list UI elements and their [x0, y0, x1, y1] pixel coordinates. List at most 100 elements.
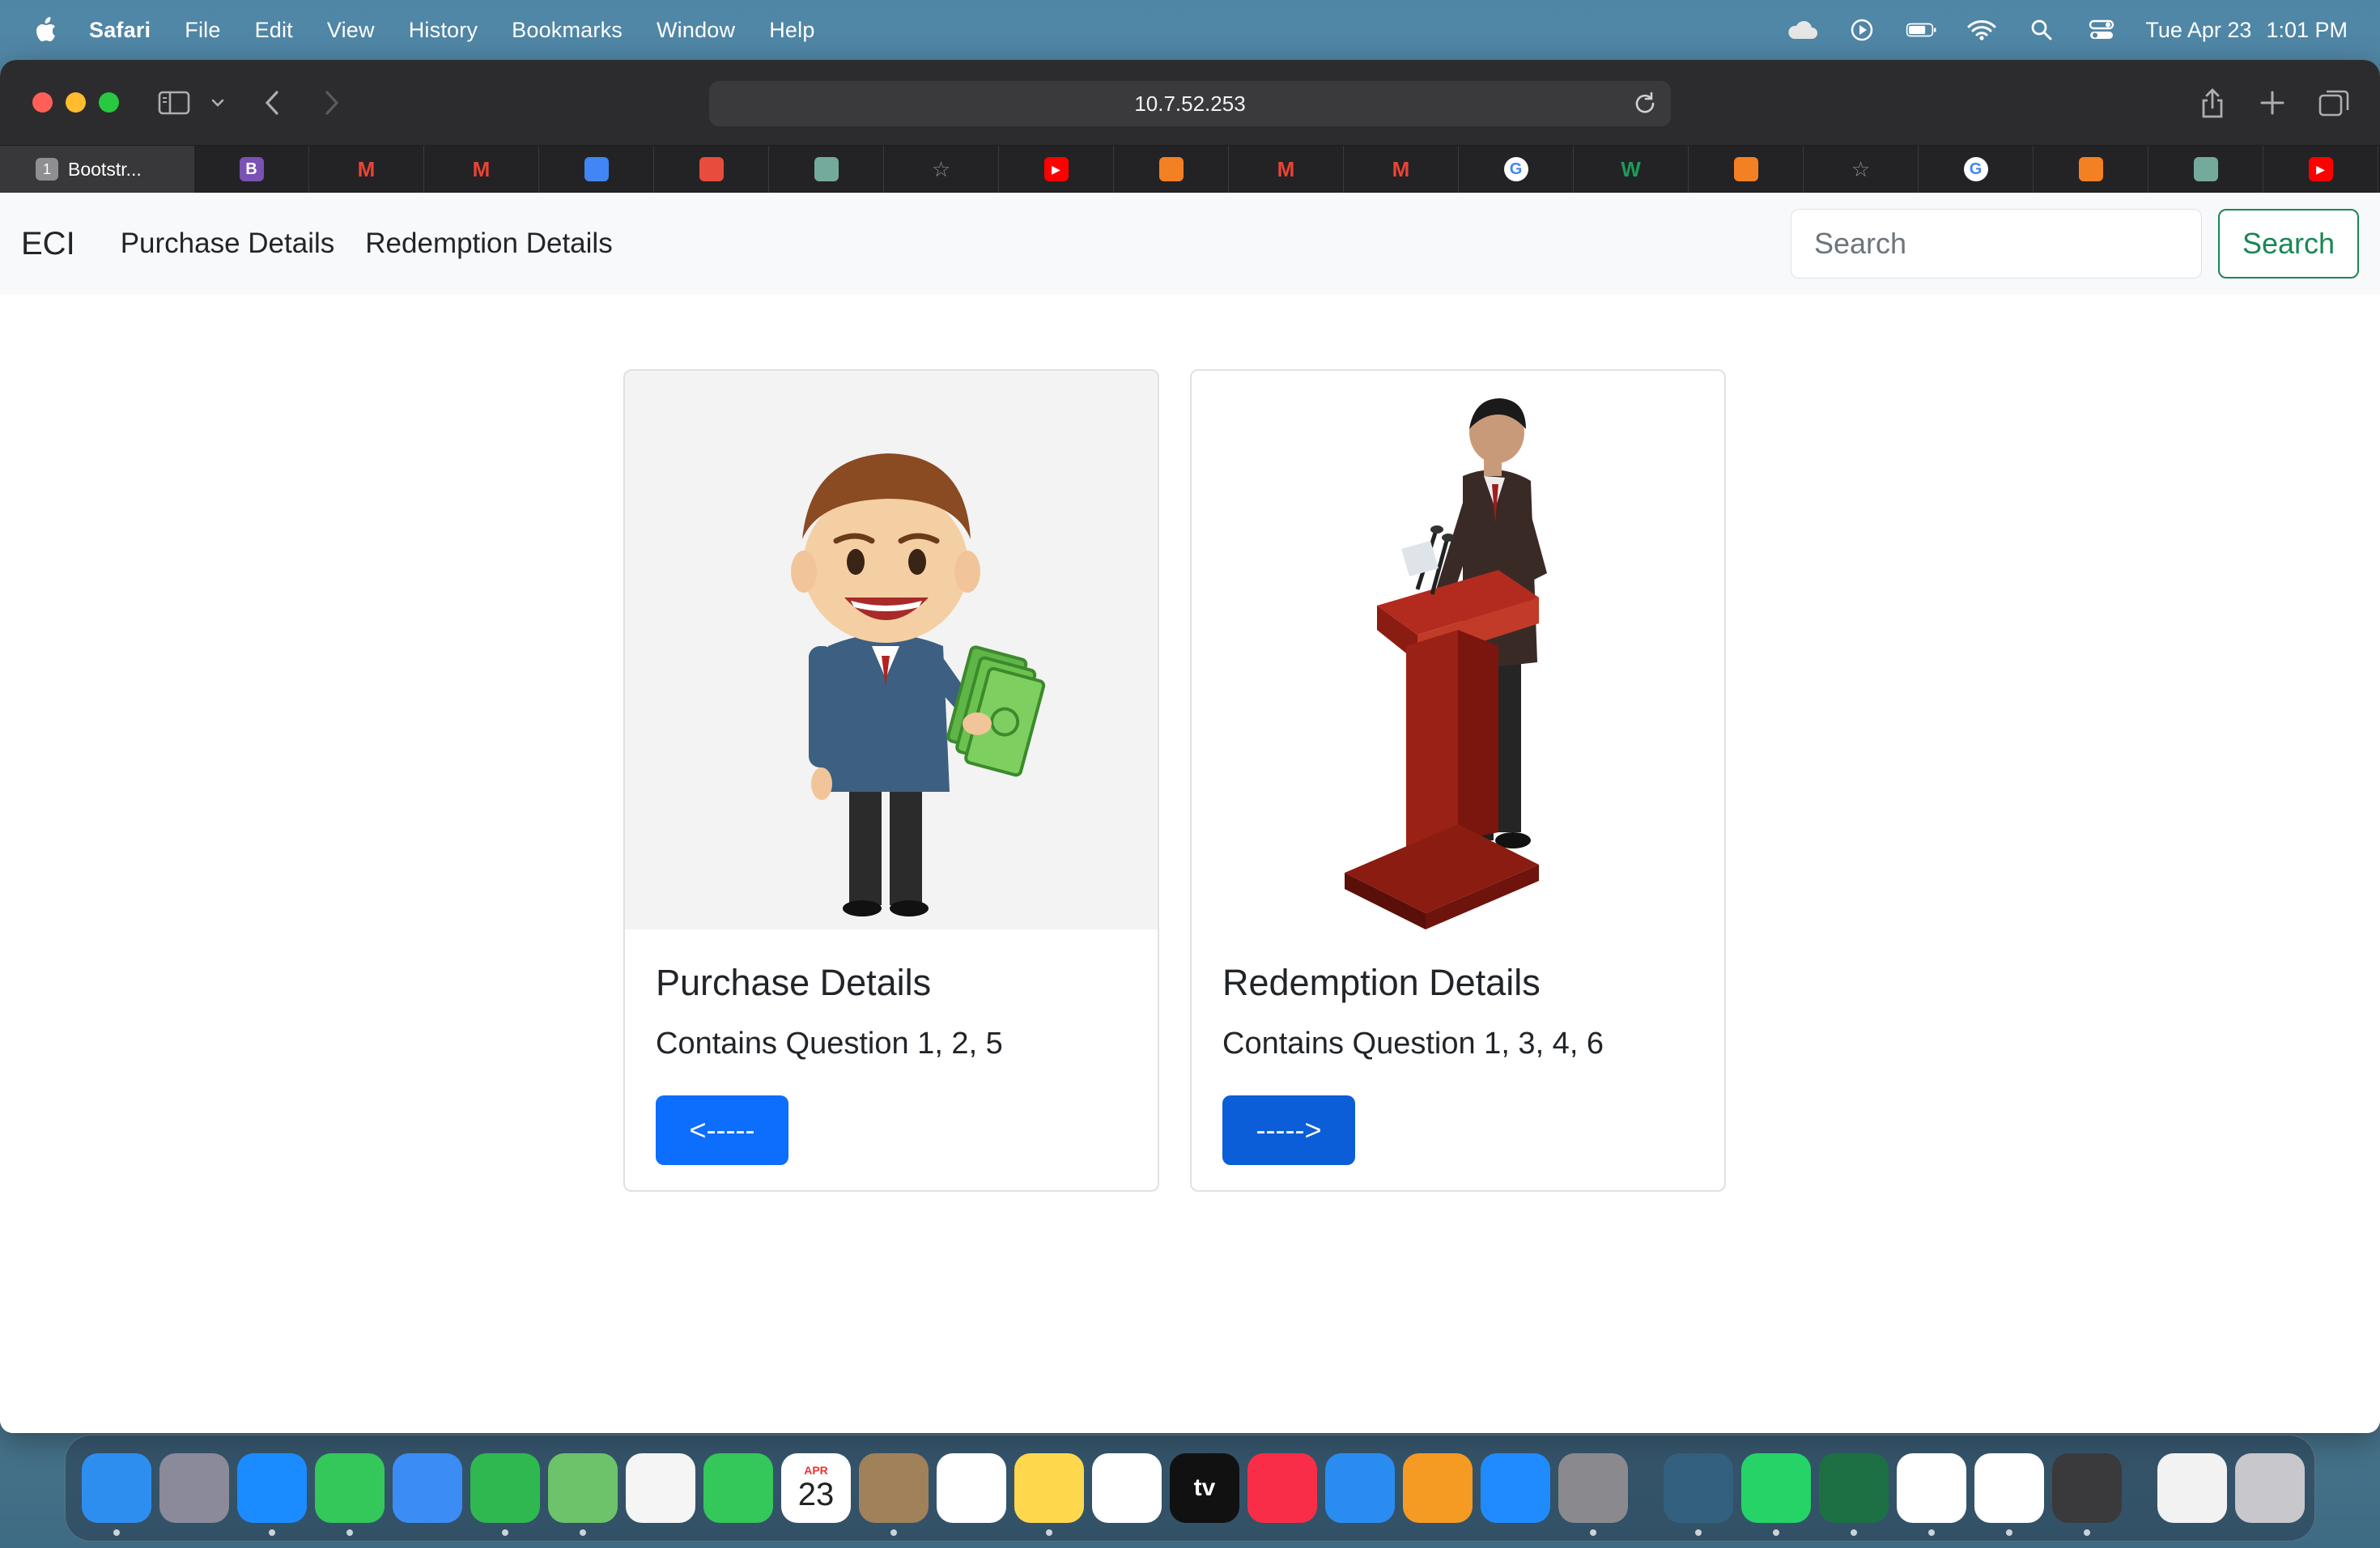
dock: APR 23 tv — [65, 1435, 2315, 1542]
speaker-at-podium-illustration — [1345, 398, 1547, 929]
calendar-day: 23 — [797, 1476, 835, 1512]
pinned-tab[interactable]: ▶ — [999, 146, 1114, 193]
dock-launchpad-icon[interactable] — [159, 1453, 229, 1523]
new-tab-icon[interactable] — [2254, 84, 2291, 121]
dock-excel-icon[interactable] — [1819, 1453, 1889, 1536]
dock-reminders-icon[interactable] — [937, 1453, 1006, 1523]
tab-overview-icon[interactable] — [2315, 84, 2352, 121]
dock-documents-icon[interactable] — [2157, 1453, 2227, 1523]
dock-calendar-icon[interactable]: APR 23 — [781, 1453, 851, 1523]
chevron-down-icon[interactable] — [199, 84, 236, 121]
dock-messages-icon[interactable] — [315, 1453, 385, 1536]
redemption-card-button[interactable]: -----> — [1222, 1095, 1355, 1165]
dock-mail-icon[interactable] — [393, 1453, 462, 1523]
pinned-tab[interactable] — [2034, 146, 2148, 193]
menu-file[interactable]: File — [185, 18, 220, 43]
dock-system-settings-icon[interactable] — [1558, 1453, 1628, 1536]
spotlight-icon[interactable] — [2025, 18, 2058, 42]
nav-link-redemption-details[interactable]: Redemption Details — [365, 228, 612, 260]
back-icon[interactable] — [254, 84, 291, 121]
pinned-tab[interactable]: ☆ — [884, 146, 999, 193]
dock-calculator-icon[interactable] — [2052, 1453, 2122, 1536]
menu-history[interactable]: History — [409, 18, 478, 43]
gmail-icon: M — [357, 156, 376, 181]
navbar-brand[interactable]: ECI — [21, 226, 75, 262]
pinned-tab[interactable]: G — [1919, 146, 2034, 193]
menu-bookmarks[interactable]: Bookmarks — [512, 18, 623, 43]
dock-pages-icon[interactable] — [1403, 1453, 1473, 1523]
menu-edit[interactable]: Edit — [255, 18, 293, 43]
search-input[interactable] — [1791, 209, 2202, 279]
wifi-icon[interactable] — [1966, 18, 1998, 42]
pinned-tab[interactable] — [769, 146, 884, 193]
battery-icon[interactable] — [1906, 18, 1938, 42]
pinned-tab[interactable]: M — [1229, 146, 1344, 193]
menu-window[interactable]: Window — [657, 18, 735, 43]
dock-notes-icon[interactable] — [1014, 1453, 1084, 1536]
minimize-window-button[interactable] — [66, 92, 86, 113]
menu-safari[interactable]: Safari — [89, 18, 151, 43]
stackoverflow-icon — [2078, 157, 2103, 181]
dock-apple-tv-icon[interactable]: tv — [1170, 1453, 1239, 1523]
dock-maps-icon[interactable] — [548, 1453, 618, 1536]
play-icon[interactable] — [1846, 18, 1878, 42]
menu-help[interactable]: Help — [769, 18, 814, 43]
purchase-card-button[interactable]: <----- — [656, 1095, 788, 1165]
dock-app-store-icon[interactable] — [1481, 1453, 1550, 1523]
dock-facetime-icon[interactable] — [703, 1453, 773, 1523]
dock-photos-icon[interactable] — [626, 1453, 695, 1523]
reload-icon[interactable] — [1632, 91, 1658, 117]
nav-link-purchase-details[interactable]: Purchase Details — [121, 228, 335, 260]
control-center-icon[interactable] — [2085, 18, 2118, 42]
youtube-icon: ▶ — [2308, 157, 2333, 181]
dock-trash-icon[interactable] — [2235, 1453, 2305, 1523]
icloud-icon[interactable] — [1786, 18, 1818, 42]
w-icon: W — [1621, 156, 1641, 181]
dock-keynote-icon[interactable] — [1325, 1453, 1395, 1523]
sidebar-toggle-icon[interactable] — [155, 84, 193, 121]
share-icon[interactable] — [2194, 84, 2231, 121]
running-indicator — [1928, 1529, 1935, 1536]
dock-freeform-icon[interactable] — [1092, 1453, 1162, 1523]
menu-clock[interactable]: Tue Apr 23 1:01 PM — [2145, 18, 2348, 43]
pinned-tab[interactable] — [539, 146, 654, 193]
pinned-tab[interactable]: M — [1344, 146, 1459, 193]
menu-view[interactable]: View — [327, 18, 375, 43]
pinned-tab[interactable] — [1114, 146, 1229, 193]
pinned-tab[interactable]: B — [194, 146, 309, 193]
dock-vscode-icon[interactable] — [1974, 1453, 2044, 1536]
dock-contacts-icon[interactable] — [859, 1453, 929, 1536]
tab-title: Bootstr... — [68, 158, 142, 180]
address-bar[interactable]: 10.7.52.253 — [709, 81, 1671, 126]
maximize-window-button[interactable] — [99, 92, 119, 113]
close-window-button[interactable] — [32, 92, 53, 113]
pinned-tab[interactable] — [654, 146, 769, 193]
dock-safari-icon[interactable] — [237, 1453, 307, 1536]
dock-chrome-icon[interactable] — [1897, 1453, 1966, 1536]
search-button[interactable]: Search — [2218, 209, 2359, 279]
pinned-tab[interactable]: ☆ — [1804, 146, 1919, 193]
pinned-tab[interactable] — [2148, 146, 2263, 193]
apple-menu-icon[interactable] — [32, 15, 58, 45]
stackoverflow-icon — [1733, 157, 1758, 181]
forward-icon[interactable] — [312, 84, 350, 121]
gmail-icon: M — [1277, 156, 1295, 181]
pinned-tab[interactable]: W — [1574, 146, 1689, 193]
pinned-tab[interactable] — [1689, 146, 1804, 193]
dock-music-icon[interactable] — [1247, 1453, 1317, 1523]
dock-finder-icon[interactable] — [82, 1453, 151, 1536]
pinned-tab[interactable]: M — [309, 146, 424, 193]
running-indicator — [113, 1529, 120, 1536]
running-indicator — [1046, 1529, 1052, 1536]
pinned-tab[interactable]: G — [1459, 146, 1574, 193]
running-indicator — [1590, 1529, 1596, 1536]
dock-numbers-icon[interactable] — [470, 1453, 540, 1536]
tab-active[interactable]: 1 Bootstr... — [0, 146, 194, 193]
running-indicator — [1851, 1529, 1857, 1536]
calendar-month: APR — [804, 1463, 828, 1477]
pinned-tab[interactable]: M — [424, 146, 539, 193]
dock-whatsapp-icon[interactable] — [1741, 1453, 1811, 1536]
clock-date: Tue Apr 23 — [2145, 17, 2252, 42]
dock-mysql-workbench-icon[interactable] — [1664, 1453, 1733, 1536]
pinned-tab[interactable]: ▶ — [2263, 146, 2378, 193]
